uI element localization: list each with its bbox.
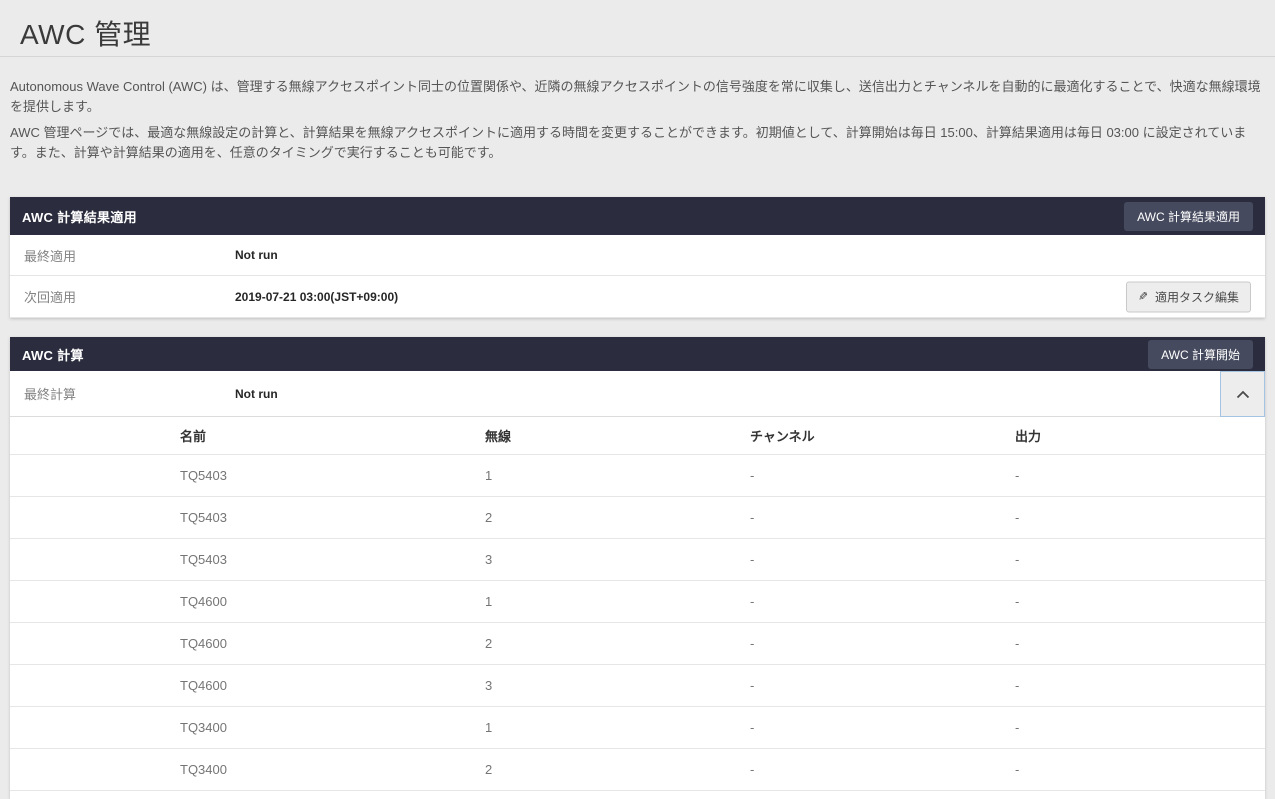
cell-radio: 1 [485,468,750,483]
edit-apply-task-button[interactable]: ✎ 適用タスク編集 [1126,281,1251,312]
content: AWC 計算結果適用 AWC 計算結果適用 最終適用 Not run 次回適用 … [10,197,1265,799]
last-calc-value: Not run [235,387,278,401]
last-calc-row: 最終計算 Not run [10,371,1265,417]
cell-output: - [1015,762,1265,777]
intro-paragraph-2: AWC 管理ページでは、最適な無線設定の計算と、計算結果を無線アクセスポイントに… [10,123,1265,163]
page-title: AWC 管理 [20,13,1255,53]
awc-calc-panel: AWC 計算 AWC 計算開始 最終計算 Not run 名前 無線 チャンネル… [10,337,1265,799]
table-row: TQ3400 2 - - [10,749,1265,791]
awc-apply-button[interactable]: AWC 計算結果適用 [1124,202,1253,231]
chevron-up-icon [1236,387,1250,402]
awc-calc-panel-title: AWC 計算 [22,345,84,364]
table-row: TQ3400 1 - - [10,707,1265,749]
cell-channel: - [750,762,1015,777]
table-header-row: 名前 無線 チャンネル 出力 [10,417,1265,455]
page-header: AWC 管理 [0,0,1275,57]
last-calc-label: 最終計算 [24,384,235,403]
table-row: TQ4600 2 - - [10,623,1265,665]
awc-apply-panel: AWC 計算結果適用 AWC 計算結果適用 最終適用 Not run 次回適用 … [10,197,1265,318]
table-row: TQ5403 1 - - [10,455,1265,497]
cell-output: - [1015,552,1265,567]
awc-calc-start-button[interactable]: AWC 計算開始 [1148,340,1253,369]
awc-apply-panel-title: AWC 計算結果適用 [22,207,137,226]
table-partial-row [10,791,1265,799]
cell-channel: - [750,678,1015,693]
cell-radio: 2 [485,636,750,651]
cell-channel: - [750,510,1015,525]
cell-radio: 1 [485,720,750,735]
awc-calc-panel-header: AWC 計算 AWC 計算開始 [10,337,1265,371]
collapse-table-button[interactable] [1220,371,1265,417]
cell-output: - [1015,636,1265,651]
table-row: TQ5403 2 - - [10,497,1265,539]
cell-output: - [1015,678,1265,693]
last-apply-row: 最終適用 Not run [10,235,1265,276]
last-apply-value: Not run [235,248,278,262]
edit-apply-task-label: 適用タスク編集 [1155,288,1239,305]
table-row: TQ4600 3 - - [10,665,1265,707]
cell-name: TQ3400 [10,720,485,735]
cell-channel: - [750,720,1015,735]
cell-output: - [1015,594,1265,609]
cell-channel: - [750,636,1015,651]
cell-name: TQ4600 [10,594,485,609]
cell-output: - [1015,468,1265,483]
cell-channel: - [750,468,1015,483]
cell-name: TQ5403 [10,468,485,483]
cell-name: TQ5403 [10,552,485,567]
cell-radio: 3 [485,552,750,567]
cell-radio: 3 [485,678,750,693]
ap-table: 名前 無線 チャンネル 出力 TQ5403 1 - - TQ5403 2 - -… [10,417,1265,799]
cell-radio: 2 [485,762,750,777]
cell-channel: - [750,594,1015,609]
table-row: TQ4600 1 - - [10,581,1265,623]
cell-channel: - [750,552,1015,567]
cell-name: TQ4600 [10,678,485,693]
cell-name: TQ4600 [10,636,485,651]
cell-radio: 1 [485,594,750,609]
next-apply-row: 次回適用 2019-07-21 03:00(JST+09:00) ✎ 適用タスク… [10,276,1265,318]
next-apply-value: 2019-07-21 03:00(JST+09:00) [235,290,398,304]
intro-paragraph-1: Autonomous Wave Control (AWC) は、管理する無線アク… [10,77,1265,117]
cell-name: TQ5403 [10,510,485,525]
next-apply-label: 次回適用 [24,287,235,306]
cell-output: - [1015,510,1265,525]
col-header-radio: 無線 [485,426,750,445]
col-header-output: 出力 [1015,426,1265,445]
col-header-name: 名前 [10,426,485,445]
cell-output: - [1015,720,1265,735]
intro-text: Autonomous Wave Control (AWC) は、管理する無線アク… [0,57,1275,163]
cell-name: TQ3400 [10,762,485,777]
last-apply-label: 最終適用 [24,246,235,265]
awc-apply-panel-header: AWC 計算結果適用 AWC 計算結果適用 [10,197,1265,235]
table-row: TQ5403 3 - - [10,539,1265,581]
cell-radio: 2 [485,510,750,525]
col-header-channel: チャンネル [750,426,1015,445]
pencil-icon: ✎ [1138,290,1148,304]
